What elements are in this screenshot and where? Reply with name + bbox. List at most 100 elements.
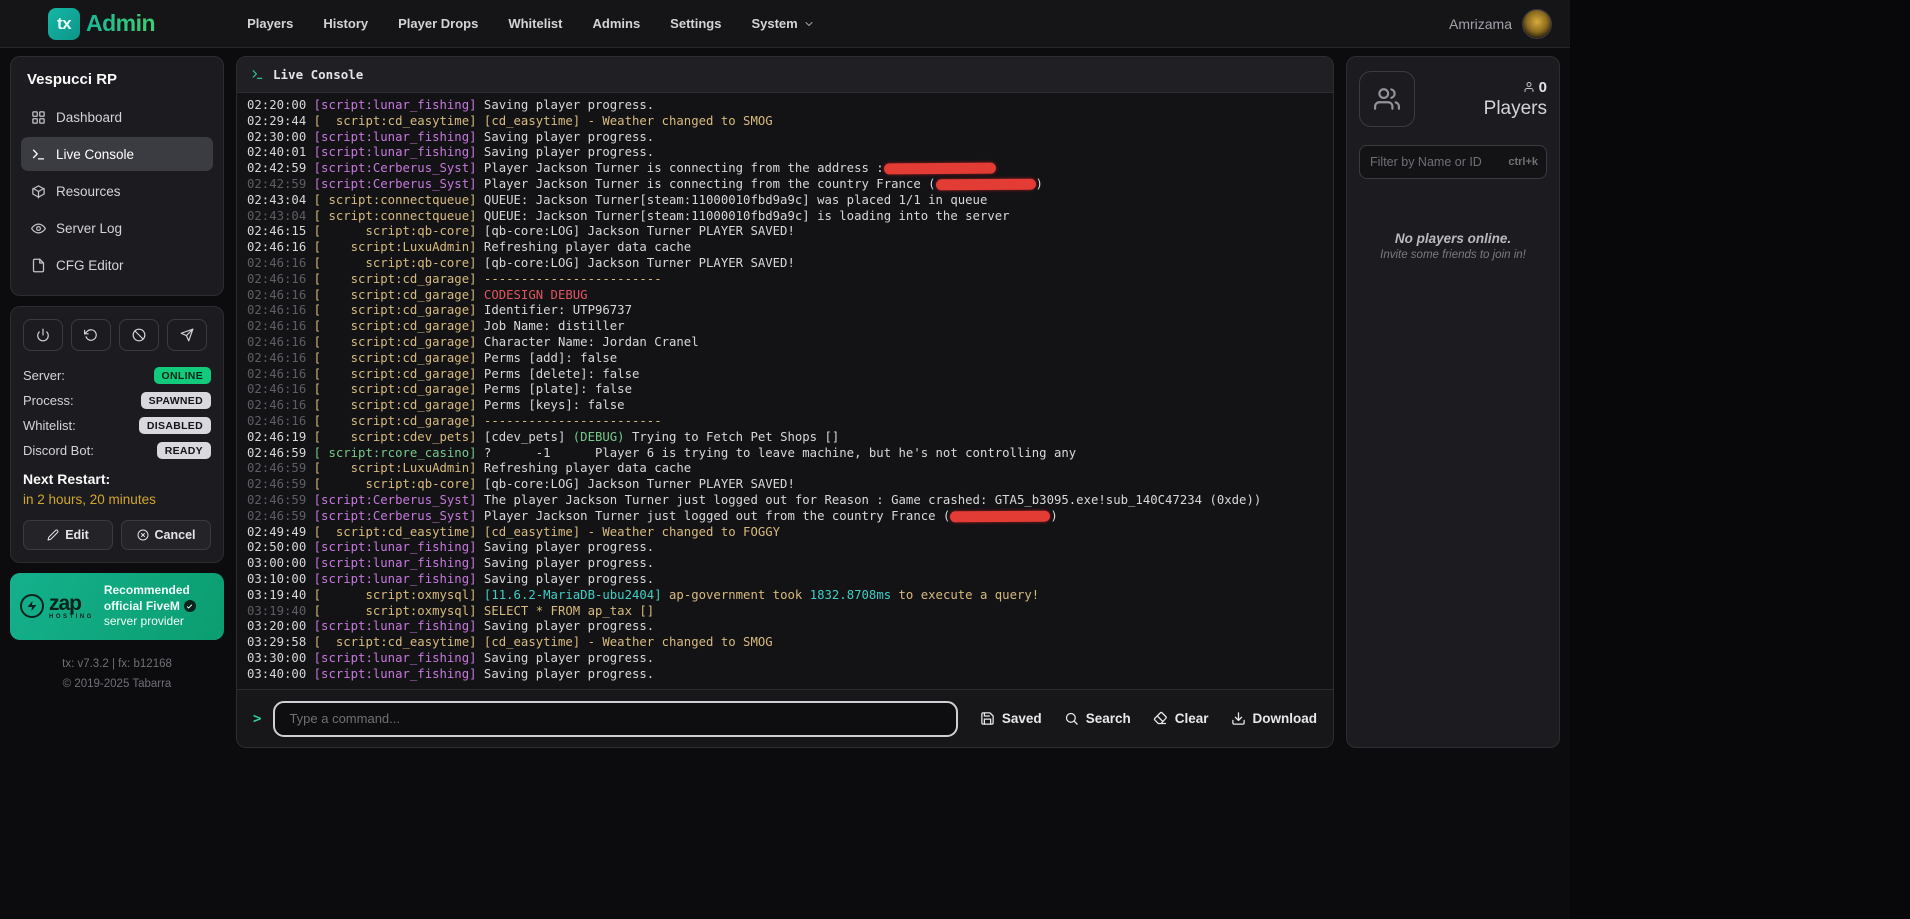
- save-icon: [980, 711, 995, 726]
- console-line: 02:42:59 [script:Cerberus_Syst] Player J…: [247, 161, 1323, 177]
- console-line: 03:29:58 [ script:cd_easytime] [cd_easyt…: [247, 635, 1323, 651]
- sidebar-item-dashboard[interactable]: Dashboard: [21, 100, 213, 134]
- console-line: 02:46:16 [ script:LuxuAdmin] Refreshing …: [247, 240, 1323, 256]
- players-count: 0: [1539, 79, 1547, 96]
- status-row-discord-bot: Discord Bot: READY: [23, 442, 211, 459]
- pencil-icon: [47, 529, 59, 541]
- player-filter-wrap: ctrl+k: [1359, 145, 1547, 179]
- logo-text: Admin: [86, 10, 155, 37]
- zap-line3: server provider: [104, 614, 184, 628]
- file-icon: [31, 258, 46, 273]
- console-line: 02:46:16 [ script:cd_garage] Character N…: [247, 335, 1323, 351]
- nav-item-settings[interactable]: Settings: [670, 16, 721, 31]
- main-content: Vespucci RP Dashboard Live Console Resourc…: [0, 48, 1570, 919]
- username[interactable]: Amrizama: [1449, 16, 1512, 32]
- console-action-label: Saved: [1002, 711, 1042, 726]
- avatar[interactable]: [1522, 9, 1552, 39]
- console-line: 02:46:16 [ script:cd_garage] Identifier:…: [247, 303, 1323, 319]
- prompt-symbol: >: [253, 711, 261, 727]
- nav-item-label: Settings: [670, 16, 721, 31]
- edit-label: Edit: [65, 528, 89, 542]
- console-line: 02:46:16 [ script:cd_garage] Job Name: d…: [247, 319, 1323, 335]
- kill-server-button[interactable]: [119, 319, 159, 351]
- console-actions: Saved Search Clear Download: [958, 711, 1317, 726]
- search-button[interactable]: Search: [1064, 711, 1131, 726]
- nav-item-system[interactable]: System: [751, 16, 814, 31]
- sidebar-item-live-console[interactable]: Live Console: [21, 137, 213, 171]
- dashboard-icon: [31, 110, 46, 125]
- status-badge: DISABLED: [139, 417, 211, 434]
- console-line: 03:20:00 [script:lunar_fishing] Saving p…: [247, 619, 1323, 635]
- command-input[interactable]: [273, 701, 957, 737]
- sidebar-item-label: Resources: [56, 184, 121, 199]
- server-name: Vespucci RP: [27, 71, 207, 88]
- server-controls-panel: Server:ONLINEProcess:SPAWNEDWhitelist:DI…: [10, 306, 224, 563]
- console-line: 02:46:16 [ script:qb-core] [qb-core:LOG]…: [247, 256, 1323, 272]
- nav-item-whitelist[interactable]: Whitelist: [508, 16, 562, 31]
- txadmin-logo[interactable]: tx Admin: [48, 8, 155, 40]
- status-row-whitelist: Whitelist: DISABLED: [23, 417, 211, 434]
- console-line: 02:46:59 [ script:rcore_casino] ? -1 Pla…: [247, 446, 1323, 462]
- console-output[interactable]: 02:20:00 [script:lunar_fishing] Saving p…: [237, 93, 1333, 689]
- console-line: 02:46:59 [ script:qb-core] [qb-core:LOG]…: [247, 477, 1323, 493]
- zap-banner-text: Recommended official FiveM server provid…: [104, 583, 196, 630]
- sidebar-footer: tx: v7.3.2 | fx: b12168 © 2019-2025 Taba…: [10, 654, 224, 695]
- players-summary: 0 Players: [1359, 71, 1547, 127]
- announce-icon: [180, 328, 194, 342]
- console-line: 03:00:00 [script:lunar_fishing] Saving p…: [247, 556, 1323, 572]
- console-action-label: Search: [1086, 711, 1131, 726]
- edit-restart-button[interactable]: Edit: [23, 520, 113, 550]
- terminal-icon: [251, 68, 264, 81]
- console-line: 02:50:00 [script:lunar_fishing] Saving p…: [247, 540, 1323, 556]
- nav-item-history[interactable]: History: [323, 16, 368, 31]
- sidebar-item-resources[interactable]: Resources: [21, 174, 213, 208]
- console-header: Live Console: [237, 57, 1333, 93]
- console-line: 02:29:44 [ script:cd_easytime] [cd_easyt…: [247, 114, 1323, 130]
- nav-item-admins[interactable]: Admins: [593, 16, 641, 31]
- console-line: 02:46:16 [ script:cd_garage] Perms [dele…: [247, 367, 1323, 383]
- status-label: Whitelist:: [23, 418, 76, 433]
- keyboard-shortcut-hint: ctrl+k: [1508, 156, 1538, 168]
- console-action-label: Download: [1253, 711, 1318, 726]
- console-line: 02:46:16 [ script:cd_garage] -----------…: [247, 414, 1323, 430]
- console-action-label: Clear: [1175, 711, 1209, 726]
- status-badge: READY: [157, 442, 211, 459]
- console-line: 02:43:04 [ script:connectqueue] QUEUE: J…: [247, 209, 1323, 225]
- main-nav: Players History Player Drops Whitelist Admin…: [247, 16, 815, 31]
- eye-icon: [31, 221, 46, 236]
- saved-button[interactable]: Saved: [980, 711, 1042, 726]
- console-line: 02:30:00 [script:lunar_fishing] Saving p…: [247, 130, 1323, 146]
- download-button[interactable]: Download: [1231, 711, 1318, 726]
- console-title: Live Console: [273, 67, 363, 82]
- clear-button[interactable]: Clear: [1153, 711, 1209, 726]
- server-status-list: Server:ONLINEProcess:SPAWNEDWhitelist:DI…: [23, 367, 211, 459]
- sidebar-item-label: Server Log: [56, 221, 122, 236]
- stop-server-button[interactable]: [23, 319, 63, 351]
- cancel-restart-button[interactable]: Cancel: [121, 520, 211, 550]
- people-icon: [1374, 86, 1400, 112]
- download-icon: [1231, 711, 1246, 726]
- nav-item-label: Player Drops: [398, 16, 478, 31]
- tx-logo-icon: tx: [48, 8, 80, 40]
- redaction-mark: [884, 163, 996, 175]
- nav-item-players[interactable]: Players: [247, 16, 293, 31]
- console-line: 02:46:16 [ script:cd_garage] -----------…: [247, 272, 1323, 288]
- console-line: 02:46:16 [ script:cd_garage] CODESIGN DE…: [247, 288, 1323, 304]
- restart-server-button[interactable]: [71, 319, 111, 351]
- zap-hosting-banner[interactable]: zap HOSTING Recommended official FiveM s…: [10, 573, 224, 640]
- status-label: Discord Bot:: [23, 443, 94, 458]
- announce-button[interactable]: [167, 319, 207, 351]
- nav-item-label: Admins: [593, 16, 641, 31]
- sidebar-item-cfg-editor[interactable]: CFG Editor: [21, 248, 213, 282]
- players-count-wrap: 0 Players: [1484, 79, 1547, 120]
- zap-word: zap: [49, 593, 94, 614]
- nav-item-player-drops[interactable]: Player Drops: [398, 16, 478, 31]
- players-label: Players: [1484, 98, 1547, 120]
- console-line: 02:40:01 [script:lunar_fishing] Saving p…: [247, 145, 1323, 161]
- sidebar-item-label: Live Console: [56, 147, 134, 162]
- status-row-server: Server:ONLINE: [23, 367, 211, 384]
- sidebar-item-server-log[interactable]: Server Log: [21, 211, 213, 245]
- server-menu-panel: Vespucci RP Dashboard Live Console Resourc…: [10, 56, 224, 296]
- next-restart-value: in 2 hours, 20 minutes: [23, 492, 211, 507]
- console-line: 02:46:59 [ script:LuxuAdmin] Refreshing …: [247, 461, 1323, 477]
